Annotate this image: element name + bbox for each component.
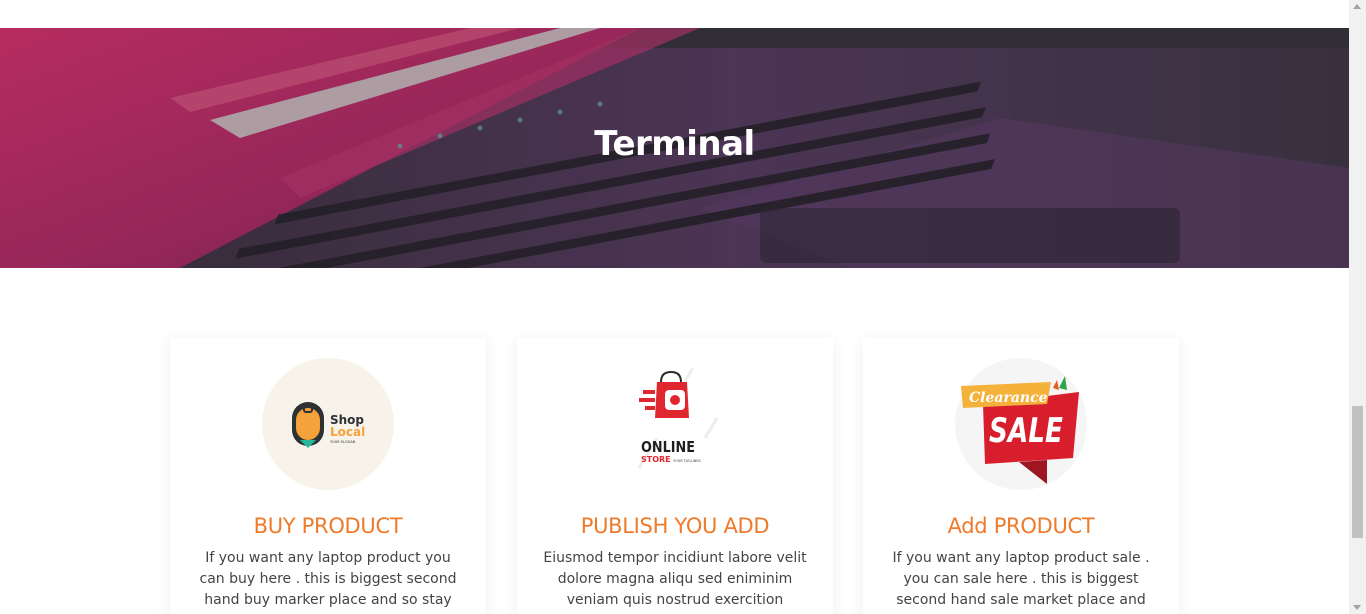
card-title: BUY PRODUCT [253, 514, 403, 538]
scroll-down-arrow-icon[interactable] [1353, 605, 1361, 610]
card-title: PUBLISH YOU ADD [580, 514, 770, 538]
service-card-publish[interactable]: ONLINE STORE YOUR TAGLINES PUBLISH YOU A… [517, 338, 833, 614]
vertical-scrollbar[interactable] [1349, 0, 1366, 614]
logo-tagline: YOUR TAGLINES [673, 459, 702, 463]
clearance-sale-logo: Clearance SALE [955, 358, 1087, 490]
logo-line1: Clearance [969, 390, 1048, 406]
service-card-buy[interactable]: Shop Local YOUR SLOGAN BUY PRODUCT If yo… [170, 338, 486, 614]
scroll-up-arrow-icon[interactable] [1353, 4, 1361, 9]
shopping-bag-icon [639, 370, 689, 418]
shopping-bag-pin-icon [292, 402, 324, 448]
logo-line1: ONLINE [641, 438, 695, 456]
logo-line2: SALE [989, 411, 1063, 451]
card-description: If you want any laptop product sale . yo… [892, 550, 1150, 614]
logo-line2: STORE [641, 455, 671, 464]
service-card-add[interactable]: Clearance SALE Add PRODUCT If you want a… [863, 338, 1179, 614]
card-description: Eiusmod tempor incidiunt labore velit do… [543, 550, 807, 614]
hero-banner: Terminal [0, 28, 1349, 268]
logo-tagline: YOUR SLOGAN [330, 440, 356, 444]
card-description: If you want any laptop product you can b… [199, 550, 457, 614]
shop-local-logo: Shop Local YOUR SLOGAN [262, 358, 394, 490]
card-title: Add PRODUCT [947, 514, 1095, 538]
online-store-logo: ONLINE STORE YOUR TAGLINES [609, 358, 741, 490]
scrollbar-thumb[interactable] [1352, 406, 1363, 538]
page-title: Terminal [594, 124, 755, 164]
page-viewport: Terminal Shop Local YOUR SLOGAN BUY PROD… [0, 0, 1349, 614]
logo-line2: Local [330, 425, 365, 439]
